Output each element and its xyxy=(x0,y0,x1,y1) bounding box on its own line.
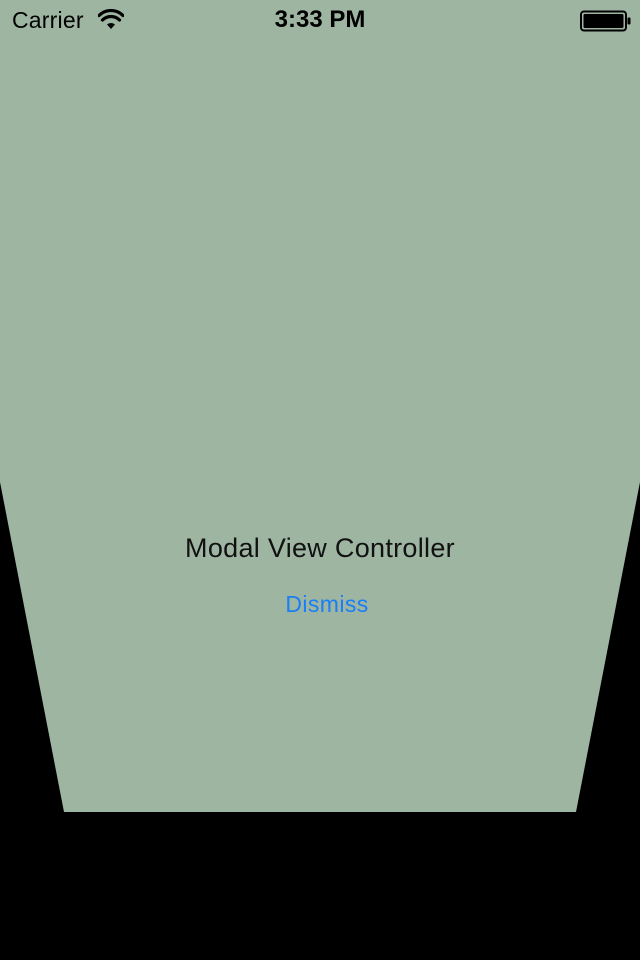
modal-title: Modal View Controller xyxy=(185,533,455,563)
modal-view: Modal View Controller Dismiss xyxy=(0,0,640,812)
battery-full-icon xyxy=(580,10,631,32)
dismiss-button[interactable]: Dismiss xyxy=(240,587,414,621)
clock: 3:33 PM xyxy=(274,6,366,33)
status-bar: Carrier 3:33 PM xyxy=(0,0,640,40)
screen: Modal View Controller Dismiss Carrier 3:… xyxy=(0,0,640,960)
